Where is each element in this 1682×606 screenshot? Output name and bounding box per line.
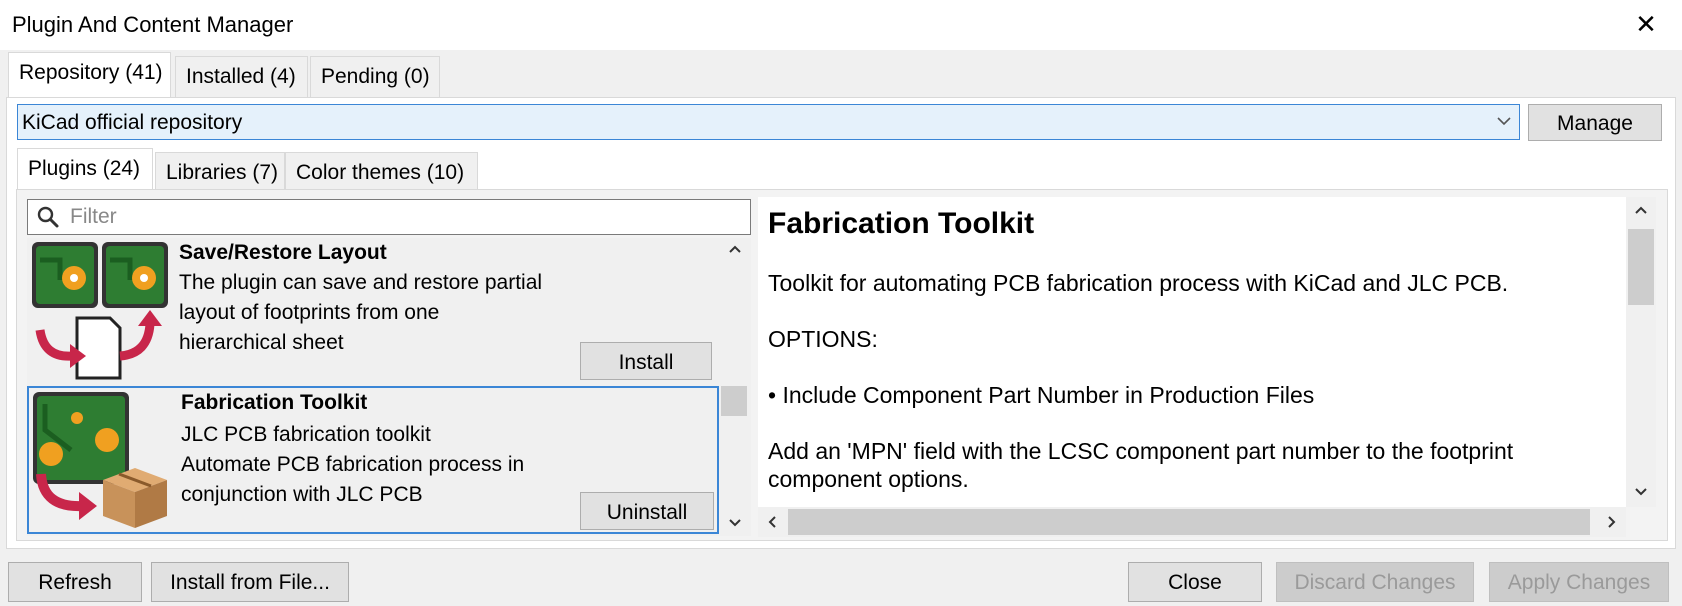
tab-plugins[interactable]: Plugins (24): [17, 148, 153, 194]
chevron-down-icon[interactable]: [1633, 483, 1649, 506]
tab-color-themes[interactable]: Color themes (10): [285, 152, 478, 194]
refresh-button[interactable]: Refresh: [8, 562, 142, 602]
package-name: Fabrication Toolkit: [181, 391, 368, 414]
chevron-left-icon[interactable]: [764, 513, 780, 536]
uninstall-button[interactable]: Uninstall: [580, 492, 714, 530]
install-from-file-button[interactable]: Install from File...: [151, 562, 349, 602]
filter-input[interactable]: [70, 203, 740, 231]
repository-selected-label: KiCad official repository: [22, 111, 243, 134]
discard-changes-button[interactable]: Discard Changes: [1276, 562, 1474, 602]
chevron-up-icon[interactable]: [727, 240, 743, 263]
filter-box[interactable]: [27, 199, 751, 235]
list-item[interactable]: Save/Restore Layout The plugin can save …: [27, 238, 719, 384]
scrollbar-thumb[interactable]: [721, 386, 747, 416]
repository-dropdown[interactable]: KiCad official repository: [17, 104, 1520, 140]
tab-repository[interactable]: Repository (41): [8, 52, 171, 98]
list-item[interactable]: Fabrication Toolkit JLC PCB fabrication …: [27, 386, 719, 534]
package-description: JLC PCB fabrication toolkit Automate PCB…: [181, 423, 525, 506]
install-button[interactable]: Install: [580, 342, 712, 380]
window-title: Plugin And Content Manager: [12, 12, 294, 37]
chevron-down-icon: [1495, 107, 1513, 141]
tab-pending[interactable]: Pending (0): [310, 56, 440, 98]
chevron-right-icon[interactable]: [1604, 513, 1620, 536]
package-name: Save/Restore Layout: [179, 241, 387, 264]
details-paragraph: OPTIONS:: [768, 326, 878, 352]
title-bar: Plugin And Content Manager ✕: [0, 0, 1682, 50]
details-horizontal-scrollbar[interactable]: [758, 507, 1626, 537]
package-details: Fabrication Toolkit Toolkit for automati…: [758, 197, 1626, 507]
save-restore-layout-icon: [32, 242, 168, 380]
window-close-button[interactable]: ✕: [1630, 8, 1662, 40]
package-description: The plugin can save and restore partial …: [179, 271, 543, 354]
details-paragraph: Toolkit for automating PCB fabrication p…: [768, 270, 1509, 296]
fabrication-toolkit-icon: [33, 392, 167, 528]
tab-installed[interactable]: Installed (4): [175, 56, 308, 98]
package-list-scrollbar[interactable]: [719, 238, 751, 536]
search-icon: [37, 206, 59, 228]
package-list: Save/Restore Layout The plugin can save …: [27, 238, 751, 536]
chevron-up-icon[interactable]: [1633, 201, 1649, 224]
tab-libraries[interactable]: Libraries (7): [155, 152, 285, 194]
chevron-down-icon[interactable]: [727, 514, 743, 537]
apply-changes-button[interactable]: Apply Changes: [1489, 562, 1669, 602]
close-button[interactable]: Close: [1128, 562, 1262, 602]
details-title: Fabrication Toolkit: [768, 207, 1035, 240]
scrollbar-thumb[interactable]: [1628, 229, 1654, 305]
details-vertical-scrollbar[interactable]: [1626, 197, 1656, 507]
manage-button[interactable]: Manage: [1528, 104, 1662, 141]
scrollbar-thumb[interactable]: [788, 509, 1590, 535]
details-paragraph: Add an 'MPN' field with the LCSC compone…: [768, 438, 1514, 492]
details-paragraph: • Include Component Part Number in Produ…: [768, 382, 1315, 408]
